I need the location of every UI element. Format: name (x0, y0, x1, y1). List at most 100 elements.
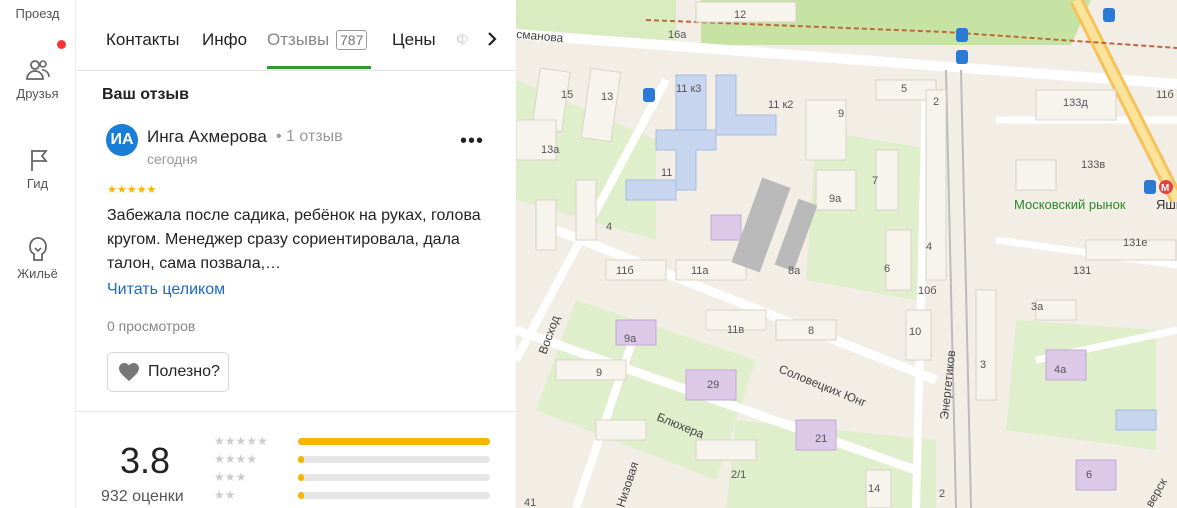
tab-bar: Контакты Инфо Отзывы 787 Цены Ф (76, 0, 516, 71)
dist-stars: ★★ (214, 488, 236, 502)
svg-text:21: 21 (815, 433, 827, 445)
tab-reviews-label: Отзывы (267, 30, 330, 49)
tab-contacts[interactable]: Контакты (106, 30, 179, 50)
flag-icon (30, 150, 48, 171)
street-label: верск (1142, 475, 1170, 508)
dist-bar (298, 456, 490, 463)
svg-text:2: 2 (933, 96, 939, 108)
svg-text:133в: 133в (1081, 159, 1105, 171)
svg-text:11а: 11а (691, 265, 709, 277)
svg-text:2/1: 2/1 (731, 469, 746, 481)
svg-text:10: 10 (909, 326, 921, 338)
svg-text:13: 13 (601, 91, 613, 103)
svg-text:2: 2 (939, 488, 945, 500)
dist-bar (298, 438, 490, 445)
useful-label: Полезно? (148, 363, 220, 380)
street-label: Энергетиков (937, 350, 958, 421)
svg-text:15: 15 (561, 89, 573, 101)
map-canvas[interactable]: 12 16a 15 13 13а 11 к3 11 к2 9 5 2 133д … (516, 0, 1177, 508)
useful-button[interactable]: Полезно? (107, 352, 229, 392)
place-panel: Контакты Инфо Отзывы 787 Цены Ф Ваш отзы… (76, 0, 516, 508)
street-label: сманова (516, 27, 564, 45)
dist-bar (298, 474, 490, 481)
svg-text:14: 14 (868, 483, 880, 495)
rail-item-friends[interactable]: Друзья (0, 56, 75, 101)
svg-text:12: 12 (734, 9, 746, 21)
svg-text:9а: 9а (829, 193, 842, 205)
svg-text:41: 41 (524, 497, 536, 508)
review-date: сегодня (147, 151, 198, 167)
views-count: 0 просмотров (107, 318, 196, 334)
rating-count: 932 оценки (101, 488, 184, 505)
dist-fill (298, 474, 304, 481)
more-options-icon[interactable]: ••• (460, 130, 484, 153)
svg-text:13а: 13а (541, 144, 560, 156)
reviews-count-badge: 787 (336, 30, 368, 50)
svg-text:3: 3 (980, 359, 986, 371)
svg-text:9: 9 (596, 367, 602, 379)
svg-text:11в: 11в (727, 324, 744, 336)
tab-prices[interactable]: Цены (392, 30, 436, 50)
rail-item-housing[interactable]: Жильё (0, 234, 75, 281)
svg-text:4: 4 (926, 241, 932, 253)
review-text: Забежала после садика, ребёнок на руках,… (107, 207, 481, 272)
svg-text:4: 4 (606, 221, 612, 233)
review-author[interactable]: Инга Ахмерова (147, 127, 267, 147)
divider (76, 411, 516, 412)
left-rail: Проезд Друзья Гид Жильё (0, 0, 76, 508)
poi-label: Московский рынок (1014, 197, 1126, 212)
svg-text:11: 11 (661, 167, 672, 179)
house-icon (28, 237, 47, 261)
svg-text:3а: 3а (1031, 301, 1044, 313)
svg-text:11б: 11б (616, 265, 634, 277)
svg-text:29: 29 (707, 379, 719, 391)
svg-text:5: 5 (901, 83, 907, 95)
svg-text:131: 131 (1073, 265, 1091, 277)
avatar[interactable]: ИА (106, 124, 138, 156)
dist-fill (298, 492, 304, 499)
metro-label: Яшь (1156, 197, 1177, 212)
section-title: Ваш отзыв (102, 86, 189, 103)
read-more-link[interactable]: Читать целиком (107, 281, 225, 299)
street-label: Соловецких Юнг (777, 362, 869, 410)
svg-text:6: 6 (884, 263, 890, 275)
dist-stars: ★★★★ (214, 452, 258, 466)
svg-text:11 к3: 11 к3 (676, 83, 701, 95)
heart-icon (119, 363, 139, 381)
rail-item-label: Жильё (17, 266, 58, 281)
chevron-right-icon[interactable] (482, 29, 502, 49)
tab-reviews[interactable]: Отзывы 787 (267, 30, 368, 50)
svg-text:8а: 8а (788, 265, 801, 277)
notification-dot (57, 40, 66, 49)
friends-icon (25, 60, 50, 80)
active-tab-indicator (267, 66, 371, 69)
dist-fill (298, 456, 304, 463)
dist-stars: ★★★★★ (214, 434, 268, 448)
review-stars: ★★★★★ (107, 184, 157, 196)
svg-text:16a: 16a (668, 29, 687, 41)
svg-text:4а: 4а (1054, 364, 1067, 376)
dist-fill (298, 438, 490, 445)
rail-item-route[interactable]: Проезд (0, 4, 75, 21)
street-label: Низовая (614, 460, 642, 508)
svg-text:9: 9 (838, 108, 844, 120)
svg-text:10б: 10б (918, 285, 937, 297)
rail-item-label: Проезд (15, 6, 60, 21)
svg-text:131е: 131е (1123, 237, 1147, 249)
author-review-count: • 1 отзыв (276, 128, 343, 145)
svg-text:11 к2: 11 к2 (768, 99, 793, 111)
map[interactable]: 12 16a 15 13 13а 11 к3 11 к2 9 5 2 133д … (516, 0, 1177, 508)
rail-item-guide[interactable]: Гид (0, 146, 75, 191)
tab-info[interactable]: Инфо (202, 30, 247, 50)
svg-text:11б: 11б (1156, 89, 1174, 101)
rail-item-label: Гид (26, 176, 49, 191)
svg-text:9а: 9а (624, 333, 637, 345)
svg-text:6: 6 (1086, 469, 1092, 481)
rail-item-label: Друзья (16, 86, 59, 101)
svg-text:7: 7 (872, 175, 878, 187)
dist-bar (298, 492, 490, 499)
svg-text:133д: 133д (1063, 97, 1088, 109)
svg-text:8: 8 (808, 325, 814, 337)
rating-value: 3.8 (120, 440, 171, 481)
dist-stars: ★★★ (214, 470, 247, 484)
